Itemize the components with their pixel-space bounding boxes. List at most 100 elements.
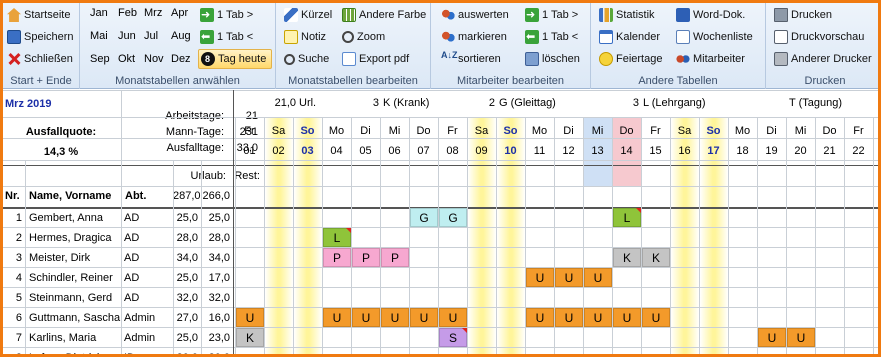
start-page-button[interactable]: Startseite — [7, 5, 70, 25]
absence-cell[interactable]: G — [410, 208, 438, 227]
month-okt[interactable]: Okt — [118, 53, 146, 65]
day-number[interactable]: 09 — [467, 141, 496, 161]
statistics-button[interactable]: Statistik — [599, 5, 655, 25]
month-feb[interactable]: Feb — [118, 7, 146, 19]
holidays-button[interactable]: Feiertage — [599, 49, 662, 69]
absence-cell[interactable]: U — [381, 308, 409, 327]
employee-department[interactable]: AD — [124, 248, 172, 268]
employee-vacation[interactable]: 25,0 — [173, 208, 201, 228]
day-number[interactable]: 04 — [322, 141, 351, 161]
employee-name[interactable]: Hermes, Dragica — [29, 228, 121, 248]
absence-cell[interactable]: U — [642, 308, 670, 327]
day-number[interactable]: 14 — [612, 141, 641, 161]
day-number[interactable]: 12 — [554, 141, 583, 161]
day-number[interactable]: 03 — [293, 141, 322, 161]
sort-button[interactable]: A↓Z sortieren — [441, 49, 501, 69]
absence-cell[interactable]: U — [584, 308, 612, 327]
employee-name[interactable]: Guttmann, Sascha — [29, 308, 121, 328]
month-aug[interactable]: Aug — [171, 30, 199, 42]
absence-cell[interactable]: U — [439, 308, 467, 327]
other-color-button[interactable]: Andere Farbe — [342, 5, 426, 25]
day-number[interactable]: 11 — [525, 141, 554, 161]
month-jan[interactable]: Jan — [90, 7, 118, 19]
employee-vacation[interactable]: 28,0 — [173, 228, 201, 248]
day-number[interactable]: 21 — [815, 141, 844, 161]
employee-vacation[interactable]: 32,0 — [173, 288, 201, 308]
employee-vacation[interactable]: 20,0 — [173, 348, 201, 354]
other-printer-button[interactable]: Anderer Drucker — [774, 49, 872, 69]
evaluate-button[interactable]: auswerten — [441, 5, 509, 25]
day-number[interactable]: 16 — [670, 141, 699, 161]
absence-cell[interactable]: U — [526, 308, 554, 327]
day-number[interactable]: 10 — [496, 141, 525, 161]
employee-department[interactable]: AD — [124, 208, 172, 228]
month-mai[interactable]: Mai — [90, 30, 118, 42]
note-button[interactable]: Notiz — [284, 27, 326, 47]
absence-cell[interactable]: P — [352, 248, 380, 267]
month-apr[interactable]: Apr — [171, 7, 199, 19]
day-number[interactable]: 18 — [728, 141, 757, 161]
absence-cell[interactable]: U — [410, 308, 438, 327]
employee-department[interactable]: AD — [124, 228, 172, 248]
absence-cell[interactable]: U — [613, 308, 641, 327]
month-jul[interactable]: Jul — [144, 30, 172, 42]
employee-vacation[interactable]: 25,0 — [173, 268, 201, 288]
employee-next-tab-button[interactable]: 1 Tab > — [525, 5, 578, 25]
absence-cell[interactable]: G — [439, 208, 467, 227]
day-number[interactable]: 01 — [235, 141, 264, 161]
absence-cell[interactable]: U — [758, 328, 786, 347]
absence-cell[interactable]: U — [526, 268, 554, 287]
day-number[interactable]: 17 — [699, 141, 728, 161]
employee-name[interactable]: Gembert, Anna — [29, 208, 121, 228]
employees-button[interactable]: Mitarbeiter — [676, 49, 745, 69]
month-nov[interactable]: Nov — [144, 53, 172, 65]
print-preview-button[interactable]: Druckvorschau — [774, 27, 864, 47]
month-dez[interactable]: Dez — [171, 53, 199, 65]
delete-button[interactable]: löschen — [525, 49, 580, 69]
employee-department[interactable]: Admin — [124, 308, 172, 328]
day-number[interactable]: 02 — [264, 141, 293, 161]
today-button[interactable]: Tag heute — [201, 49, 266, 69]
absence-cell[interactable]: P — [381, 248, 409, 267]
employee-vacation[interactable]: 27,0 — [173, 308, 201, 328]
absence-cell[interactable]: U — [236, 308, 264, 327]
employee-vacation[interactable]: 25,0 — [173, 328, 201, 348]
absence-cell[interactable]: U — [555, 308, 583, 327]
week-list-button[interactable]: Wochenliste — [676, 27, 753, 47]
save-button[interactable]: Speichern — [7, 27, 74, 47]
print-button[interactable]: Drucken — [774, 5, 832, 25]
search-button[interactable]: Suche — [284, 49, 329, 69]
day-number[interactable]: 07 — [409, 141, 438, 161]
absence-cell[interactable]: U — [352, 308, 380, 327]
day-number[interactable]: 15 — [641, 141, 670, 161]
prev-tab-button[interactable]: 1 Tab < — [200, 27, 253, 47]
employee-department[interactable]: Admin — [124, 328, 172, 348]
close-button[interactable]: Schließen — [7, 49, 73, 69]
day-number[interactable]: 05 — [351, 141, 380, 161]
calendar-button[interactable]: Kalender — [599, 27, 660, 47]
absence-cell[interactable]: U — [555, 268, 583, 287]
day-number[interactable]: 08 — [438, 141, 467, 161]
absence-cell[interactable]: K — [236, 328, 264, 347]
shortcut-button[interactable]: Kürzel — [284, 5, 332, 25]
employee-name[interactable]: Meister, Dirk — [29, 248, 121, 268]
employee-name[interactable]: Schindler, Reiner — [29, 268, 121, 288]
employee-department[interactable]: ID — [124, 348, 172, 354]
employee-prev-tab-button[interactable]: 1 Tab < — [525, 27, 578, 47]
export-pdf-button[interactable]: Export pdf — [342, 49, 409, 69]
word-doc-button[interactable]: Word-Dok. — [676, 5, 745, 25]
absence-cell[interactable]: K — [642, 248, 670, 267]
next-tab-button[interactable]: 1 Tab > — [200, 5, 253, 25]
month-jun[interactable]: Jun — [118, 30, 146, 42]
day-number[interactable]: 19 — [757, 141, 786, 161]
employee-department[interactable]: AD — [124, 288, 172, 308]
zoom-button[interactable]: Zoom — [342, 27, 385, 47]
absence-cell[interactable]: P — [323, 248, 351, 267]
absence-cell[interactable]: U — [323, 308, 351, 327]
employee-vacation[interactable]: 34,0 — [173, 248, 201, 268]
month-sep[interactable]: Sep — [90, 53, 118, 65]
mark-button[interactable]: markieren — [441, 27, 507, 47]
employee-name[interactable]: Lefers, Dietrich — [29, 348, 121, 354]
day-number[interactable]: 06 — [380, 141, 409, 161]
absence-cell[interactable]: U — [787, 328, 815, 347]
